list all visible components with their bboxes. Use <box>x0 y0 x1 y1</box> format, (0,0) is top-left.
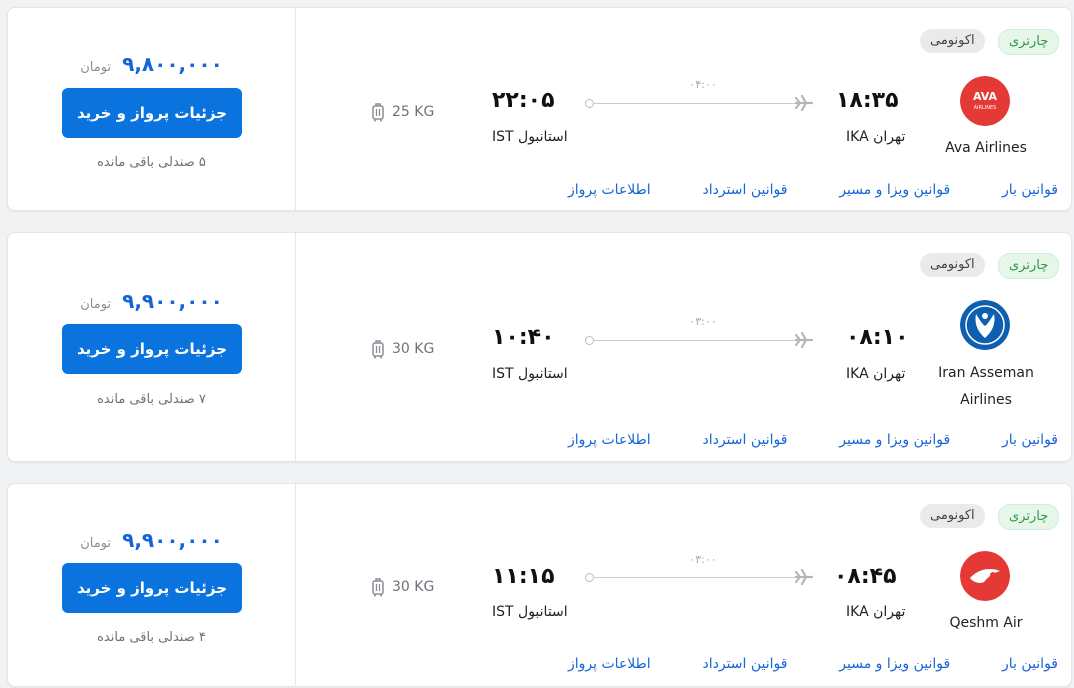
arrival-city: استانبول IST <box>492 129 568 145</box>
price: ۹,۹۰۰,۰۰۰ تومان <box>8 289 295 313</box>
flight-card: ۹,۹۰۰,۰۰۰ تومان جزئیات پرواز و خرید ۴ صن… <box>7 483 1072 687</box>
baggage-weight: 30 KG <box>392 341 435 357</box>
flight-info-link[interactable]: اطلاعات پرواز <box>568 182 651 198</box>
baggage-rules-link[interactable]: قوانین بار <box>1002 182 1058 198</box>
route-line <box>593 340 796 341</box>
airline-name: Ava Airlines <box>945 140 1027 156</box>
price-currency: تومان <box>80 536 112 551</box>
route-line <box>593 103 796 104</box>
rules-links: اطلاعات پرواز قوانین استرداد قوانین ویزا… <box>568 432 1058 448</box>
baggage: 30 KG <box>370 339 434 359</box>
arrival-city: استانبول IST <box>492 604 568 620</box>
class-badge: اکونومی <box>920 253 985 277</box>
airplane-icon <box>794 331 814 349</box>
departure-time: ۰۸:۱۰ <box>846 325 909 350</box>
arrival-time: ۱۱:۱۵ <box>492 564 555 589</box>
flight-card: ۹,۹۰۰,۰۰۰ تومان جزئیات پرواز و خرید ۷ صن… <box>7 232 1072 462</box>
visa-route-rules-link[interactable]: قوانین ویزا و مسیر <box>839 182 950 198</box>
class-badge: اکونومی <box>920 29 985 53</box>
price-value: ۹,۹۰۰,۰۰۰ <box>122 528 223 552</box>
refund-rules-link[interactable]: قوانین استرداد <box>703 182 788 198</box>
svg-text:AVA: AVA <box>973 90 998 103</box>
baggage-weight: 30 KG <box>392 579 435 595</box>
baggage: 30 KG <box>370 577 434 597</box>
visa-route-rules-link[interactable]: قوانین ویزا و مسیر <box>839 432 950 448</box>
departure-city: تهران IKA <box>846 129 906 145</box>
price: ۹,۹۰۰,۰۰۰ تومان <box>8 528 295 552</box>
arrival-time: ۲۲:۰۵ <box>492 88 555 113</box>
flight-details-buy-button[interactable]: جزئیات پرواز و خرید <box>62 88 242 138</box>
departure-city: تهران IKA <box>846 604 906 620</box>
airline-logo <box>960 551 1010 601</box>
arrival-city: استانبول IST <box>492 366 568 382</box>
departure-time: ۱۸:۳۵ <box>836 88 899 113</box>
class-badge: اکونومی <box>920 504 985 528</box>
price-currency: تومان <box>80 60 112 75</box>
card-divider <box>295 484 296 686</box>
charter-badge: چارتری <box>998 29 1060 55</box>
flight-details-buy-button[interactable]: جزئیات پرواز و خرید <box>62 563 242 613</box>
flight-details-buy-button[interactable]: جزئیات پرواز و خرید <box>62 324 242 374</box>
rules-links: اطلاعات پرواز قوانین استرداد قوانین ویزا… <box>568 182 1058 198</box>
flight-info-link[interactable]: اطلاعات پرواز <box>568 432 651 448</box>
price-currency: تومان <box>80 297 112 312</box>
departure-time: ۰۸:۴۵ <box>834 564 897 589</box>
price-value: ۹,۹۰۰,۰۰۰ <box>122 289 223 313</box>
arrival-time: ۱۰:۴۰ <box>492 325 555 350</box>
flight-duration: ۰۳:۰۰ <box>689 315 717 328</box>
price-value: ۹,۸۰۰,۰۰۰ <box>122 52 223 76</box>
airplane-icon <box>794 94 814 112</box>
flight-info-link[interactable]: اطلاعات پرواز <box>568 656 651 672</box>
svg-text:AIRLINES: AIRLINES <box>974 105 997 111</box>
seats-remaining: ۴ صندلی باقی مانده <box>97 630 206 645</box>
airline-logo <box>960 300 1010 350</box>
departure-city: تهران IKA <box>846 366 906 382</box>
airplane-icon <box>794 568 814 586</box>
visa-route-rules-link[interactable]: قوانین ویزا و مسیر <box>839 656 950 672</box>
rules-links: اطلاعات پرواز قوانین استرداد قوانین ویزا… <box>568 656 1058 672</box>
price: ۹,۸۰۰,۰۰۰ تومان <box>8 52 295 76</box>
charter-badge: چارتری <box>998 504 1060 530</box>
luggage-icon <box>372 578 384 597</box>
baggage-weight: 25 KG <box>392 104 435 120</box>
seats-remaining: ۷ صندلی باقی مانده <box>97 392 206 407</box>
seats-remaining: ۵ صندلی باقی مانده <box>97 155 206 170</box>
card-divider <box>295 233 296 461</box>
airline-name: Qeshm Air <box>949 615 1023 631</box>
luggage-icon <box>372 340 384 359</box>
baggage-rules-link[interactable]: قوانین بار <box>1002 656 1058 672</box>
luggage-icon <box>372 103 384 122</box>
flight-duration: ۰۳:۰۰ <box>689 553 717 566</box>
refund-rules-link[interactable]: قوانین استرداد <box>703 656 788 672</box>
refund-rules-link[interactable]: قوانین استرداد <box>703 432 788 448</box>
baggage-rules-link[interactable]: قوانین بار <box>1002 432 1058 448</box>
flight-card: ۹,۸۰۰,۰۰۰ تومان جزئیات پرواز و خرید ۵ صن… <box>7 7 1072 211</box>
baggage: 25 KG <box>370 102 434 122</box>
card-divider <box>295 8 296 210</box>
airline-name: Iran Asseman Airlines <box>938 365 1034 408</box>
charter-badge: چارتری <box>998 253 1060 279</box>
airline-logo: AVA AIRLINES <box>960 76 1010 126</box>
flight-duration: ۰۴:۰۰ <box>689 78 717 91</box>
route-line <box>593 577 796 578</box>
